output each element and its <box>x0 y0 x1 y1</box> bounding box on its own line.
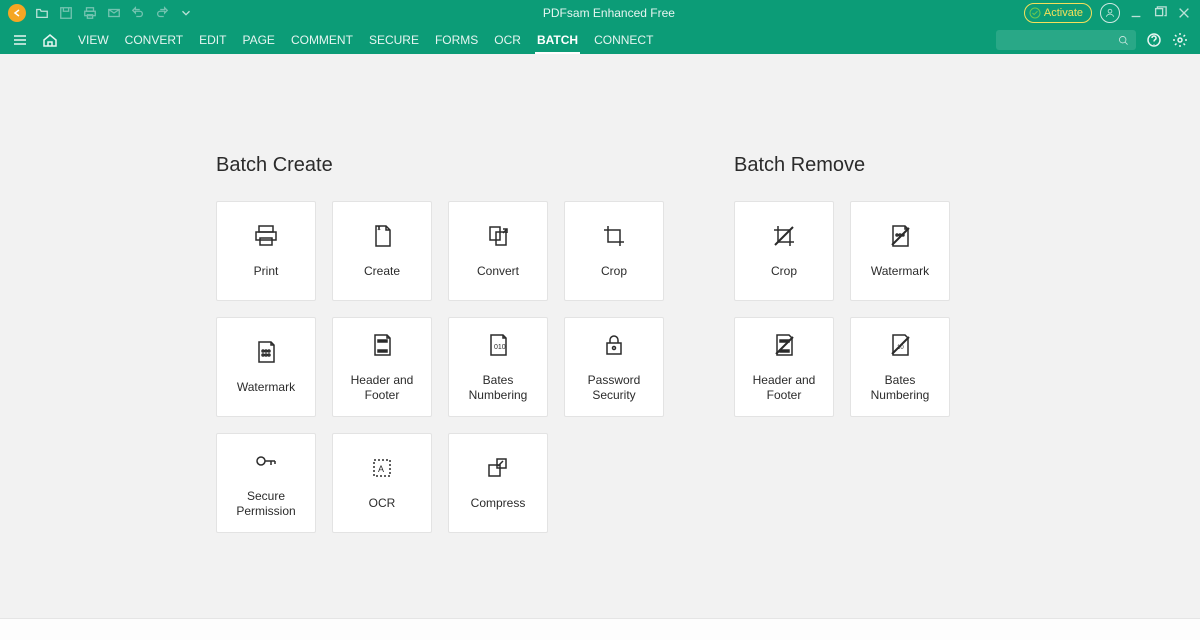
check-circle-icon <box>1029 7 1041 19</box>
menu-item-view[interactable]: VIEW <box>78 27 109 53</box>
print-icon[interactable] <box>82 5 98 21</box>
batch-create-convert[interactable]: Convert <box>448 201 548 301</box>
menu-item-comment[interactable]: COMMENT <box>291 27 353 53</box>
menu-item-secure[interactable]: SECURE <box>369 27 419 53</box>
card-label: Bates Numbering <box>453 373 543 403</box>
permission-icon <box>253 448 279 477</box>
headerfooter-remove-icon <box>771 332 797 361</box>
bates-remove-icon: 10 <box>887 332 913 361</box>
hamburger-icon[interactable] <box>12 32 28 48</box>
card-label: Bates Numbering <box>855 373 945 403</box>
menu-item-batch[interactable]: BATCH <box>537 27 578 53</box>
batch-create-bates-numbering[interactable]: 010 Bates Numbering <box>448 317 548 417</box>
gear-icon[interactable] <box>1172 32 1188 48</box>
help-icon[interactable] <box>1146 32 1162 48</box>
batch-create-print[interactable]: Print <box>216 201 316 301</box>
convert-icon <box>485 223 511 252</box>
bates-icon: 010 <box>485 332 511 361</box>
card-label: Watermark <box>871 264 929 279</box>
app-title: PDFsam Enhanced Free <box>194 6 1024 20</box>
activate-label: Activate <box>1044 7 1083 19</box>
svg-text:010: 010 <box>494 344 506 351</box>
watermark-icon <box>253 339 279 368</box>
activate-button[interactable]: Activate <box>1024 3 1092 23</box>
batch-remove-header-and-footer[interactable]: Header and Footer <box>734 317 834 417</box>
create-icon <box>369 223 395 252</box>
card-label: Crop <box>601 264 627 279</box>
chevron-down-icon[interactable] <box>178 5 194 21</box>
redo-icon[interactable] <box>154 5 170 21</box>
open-icon[interactable] <box>34 5 50 21</box>
card-label: Create <box>364 264 400 279</box>
batch-remove-section: Batch Remove Crop Watermark Header and Foo… <box>734 154 950 533</box>
card-label: Watermark <box>237 380 295 395</box>
save-icon[interactable] <box>58 5 74 21</box>
headerfooter-icon <box>369 332 395 361</box>
minimize-icon[interactable] <box>1128 5 1144 21</box>
batch-create-ocr[interactable]: A OCR <box>332 433 432 533</box>
card-label: Print <box>254 264 279 279</box>
batch-remove-watermark[interactable]: Watermark <box>850 201 950 301</box>
menu-bar: VIEW CONVERT EDIT PAGE COMMENT SECURE FORMS OCR… <box>0 26 1200 54</box>
card-label: OCR <box>369 496 396 511</box>
card-label: Header and Footer <box>739 373 829 403</box>
batch-create-crop[interactable]: Crop <box>564 201 664 301</box>
mail-icon[interactable] <box>106 5 122 21</box>
batch-create-title: Batch Create <box>216 154 664 177</box>
card-label: Secure Permission <box>221 489 311 519</box>
menu-item-edit[interactable]: EDIT <box>199 27 226 53</box>
search-icon <box>1117 34 1130 47</box>
status-bar <box>0 618 1200 640</box>
card-label: Header and Footer <box>337 373 427 403</box>
maximize-icon[interactable] <box>1152 5 1168 21</box>
batch-create-create[interactable]: Create <box>332 201 432 301</box>
menu-item-ocr[interactable]: OCR <box>494 27 521 53</box>
close-icon[interactable] <box>1176 5 1192 21</box>
title-bar: PDFsam Enhanced Free Activate <box>0 0 1200 26</box>
password-icon <box>601 332 627 361</box>
batch-create-watermark[interactable]: Watermark <box>216 317 316 417</box>
card-label: Compress <box>471 496 526 511</box>
undo-icon[interactable] <box>130 5 146 21</box>
menu-item-page[interactable]: PAGE <box>242 27 274 53</box>
card-label: Crop <box>771 264 797 279</box>
menu-item-forms[interactable]: FORMS <box>435 27 478 53</box>
ocr-icon: A <box>369 455 395 484</box>
menu-item-connect[interactable]: CONNECT <box>594 27 653 53</box>
print-icon <box>253 223 279 252</box>
card-label: Password Security <box>569 373 659 403</box>
batch-create-section: Batch Create Print Create Convert Crop Water… <box>216 154 664 533</box>
batch-create-password-security[interactable]: Password Security <box>564 317 664 417</box>
compress-icon <box>485 455 511 484</box>
user-icon[interactable] <box>1100 3 1120 23</box>
app-logo-icon <box>8 4 26 22</box>
batch-create-secure-permission[interactable]: Secure Permission <box>216 433 316 533</box>
search-input[interactable] <box>996 30 1136 50</box>
crop-icon <box>601 223 627 252</box>
menu-item-convert[interactable]: CONVERT <box>125 27 183 53</box>
card-label: Convert <box>477 264 519 279</box>
watermark-remove-icon <box>887 223 913 252</box>
batch-create-header-and-footer[interactable]: Header and Footer <box>332 317 432 417</box>
batch-remove-crop[interactable]: Crop <box>734 201 834 301</box>
svg-text:A: A <box>378 464 384 474</box>
batch-remove-title: Batch Remove <box>734 154 950 177</box>
batch-remove-bates-numbering[interactable]: 10 Bates Numbering <box>850 317 950 417</box>
content-area: Batch Create Print Create Convert Crop Water… <box>0 54 1200 618</box>
home-icon[interactable] <box>42 32 58 48</box>
crop-remove-icon <box>771 223 797 252</box>
batch-create-compress[interactable]: Compress <box>448 433 548 533</box>
